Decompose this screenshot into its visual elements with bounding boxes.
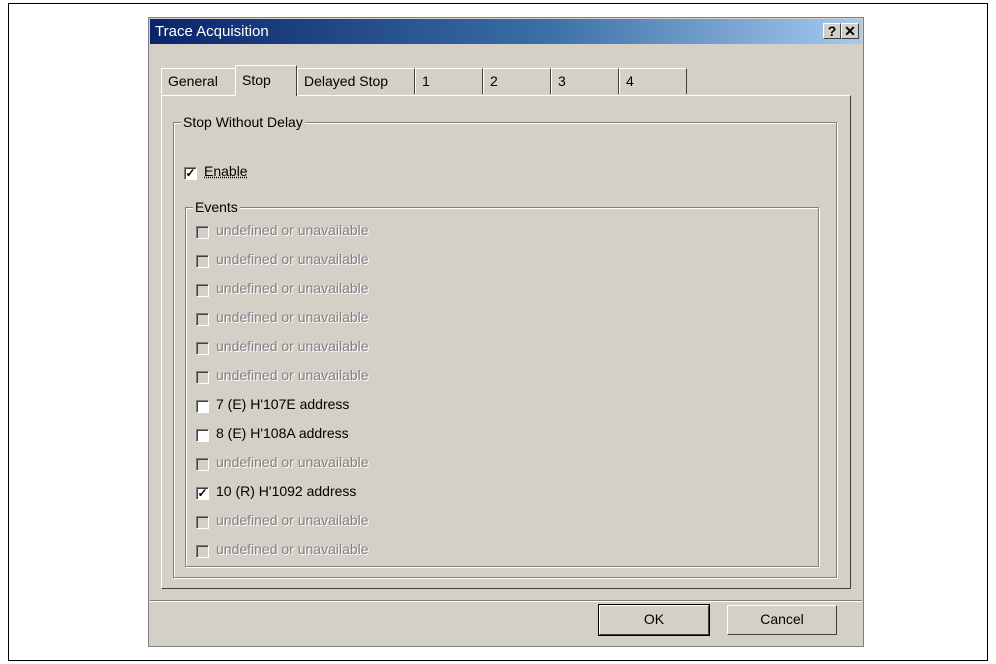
events-group: Events undefined or unavailable undefined… — [185, 199, 819, 567]
tab-delayed-stop-label: Delayed Stop — [304, 73, 389, 89]
tab-general[interactable]: General — [161, 68, 236, 94]
event-checkbox — [196, 545, 209, 558]
ok-button[interactable]: OK — [598, 604, 710, 636]
event-checkbox — [196, 516, 209, 529]
event-label: undefined or unavailable — [216, 309, 369, 325]
event-label: undefined or unavailable — [216, 280, 369, 296]
event-label: undefined or unavailable — [216, 541, 369, 557]
event-checkbox[interactable] — [196, 429, 209, 442]
event-label: undefined or unavailable — [216, 367, 369, 383]
stop-without-delay-label: Stop Without Delay — [181, 114, 305, 130]
event-checkbox — [196, 371, 209, 384]
event-label: undefined or unavailable — [216, 512, 369, 528]
event-label: undefined or unavailable — [216, 338, 369, 354]
event-label: undefined or unavailable — [216, 222, 369, 238]
tab-1[interactable]: 1 — [415, 68, 483, 94]
event-checkbox — [196, 458, 209, 471]
event-label: undefined or unavailable — [216, 454, 369, 470]
event-checkbox — [196, 284, 209, 297]
cancel-button[interactable]: Cancel — [727, 605, 837, 635]
tab-stop[interactable]: Stop — [235, 65, 297, 96]
window-title: Trace Acquisition — [155, 23, 269, 40]
enable-checkbox[interactable]: ✓ — [184, 167, 197, 180]
help-button[interactable]: ? — [823, 23, 841, 39]
tab-delayed-stop[interactable]: Delayed Stop — [297, 68, 415, 94]
tab-2-label: 2 — [490, 73, 498, 89]
close-button[interactable]: ✕ — [841, 23, 859, 39]
event-label[interactable]: 7 (E) H'107E address — [216, 396, 349, 412]
tab-stop-label: Stop — [242, 72, 271, 88]
title-bar[interactable]: Trace Acquisition ? ✕ — [150, 19, 862, 44]
stop-tab-panel: Stop Without Delay ✓ Enable Events undef… — [161, 95, 851, 589]
tab-3[interactable]: 3 — [551, 68, 619, 94]
stop-without-delay-group: Stop Without Delay ✓ Enable Events undef… — [173, 114, 837, 578]
enable-label[interactable]: Enable — [204, 163, 248, 179]
event-label[interactable]: 10 (R) H'1092 address — [216, 483, 356, 499]
tab-4-label: 4 — [626, 73, 634, 89]
event-checkbox — [196, 342, 209, 355]
event-label: undefined or unavailable — [216, 251, 369, 267]
event-checkbox — [196, 313, 209, 326]
tab-1-label: 1 — [422, 73, 430, 89]
event-checkbox — [196, 226, 209, 239]
event-checkbox[interactable] — [196, 400, 209, 413]
button-separator — [150, 600, 862, 602]
events-label: Events — [193, 199, 240, 215]
trace-acquisition-dialog: Trace Acquisition ? ✕ General Stop Delay… — [148, 17, 864, 647]
tab-general-label: General — [168, 73, 218, 89]
event-checkbox — [196, 255, 209, 268]
event-label[interactable]: 8 (E) H'108A address — [216, 425, 349, 441]
tab-3-label: 3 — [558, 73, 566, 89]
tab-4[interactable]: 4 — [619, 68, 687, 94]
event-checkbox[interactable]: ✓ — [196, 487, 209, 500]
tab-2[interactable]: 2 — [483, 68, 551, 94]
